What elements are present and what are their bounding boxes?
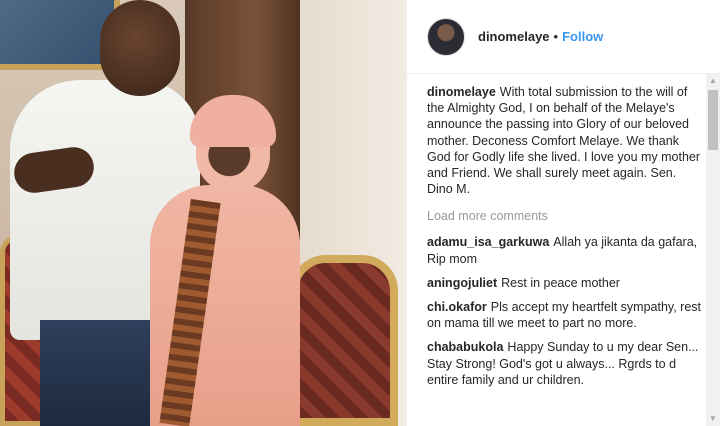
- post-header: dinomelaye • Follow: [407, 0, 720, 74]
- comment-username[interactable]: adamu_isa_garkuwa: [427, 235, 549, 249]
- header-username[interactable]: dinomelaye: [478, 29, 550, 44]
- comment-item: chi.okafor Pls accept my heartfelt sympat…: [427, 299, 702, 331]
- caption-username[interactable]: dinomelaye: [427, 85, 496, 99]
- post-photo[interactable]: [0, 0, 406, 426]
- caption-text: With total submission to the will of the…: [427, 85, 701, 197]
- man-head: [100, 0, 180, 96]
- load-more-comments-link[interactable]: Load more comments: [427, 209, 702, 223]
- separator-dot: •: [553, 29, 559, 44]
- scroll-up-arrow-icon[interactable]: ▲: [706, 74, 720, 88]
- follow-button[interactable]: Follow: [562, 29, 603, 44]
- comment-item: chababukola Happy Sunday to u my dear Sen…: [427, 339, 702, 388]
- comments-list: dinomelaye With total submission to the w…: [427, 84, 702, 426]
- ornate-chair-right: [290, 255, 398, 426]
- comment-username[interactable]: chi.okafor: [427, 300, 487, 314]
- comment-item: aningojuliet Rest in peace mother: [427, 275, 702, 291]
- comment-username[interactable]: chababukola: [427, 340, 503, 354]
- comment-item: adamu_isa_garkuwa Allah ya jikanta da gaf…: [427, 234, 702, 266]
- avatar[interactable]: [427, 17, 465, 56]
- scrollbar-thumb[interactable]: [708, 90, 718, 150]
- comments-scrollbar[interactable]: ▲ ▼: [706, 74, 720, 426]
- post-side-panel: dinomelaye • Follow dinomelaye With total…: [406, 0, 720, 426]
- scroll-down-arrow-icon[interactable]: ▼: [706, 412, 720, 426]
- comment-text: Rest in peace mother: [501, 275, 620, 290]
- post-caption: dinomelaye With total submission to the w…: [427, 84, 702, 197]
- comment-username[interactable]: aningojuliet: [427, 276, 497, 290]
- man-jeans: [40, 320, 150, 426]
